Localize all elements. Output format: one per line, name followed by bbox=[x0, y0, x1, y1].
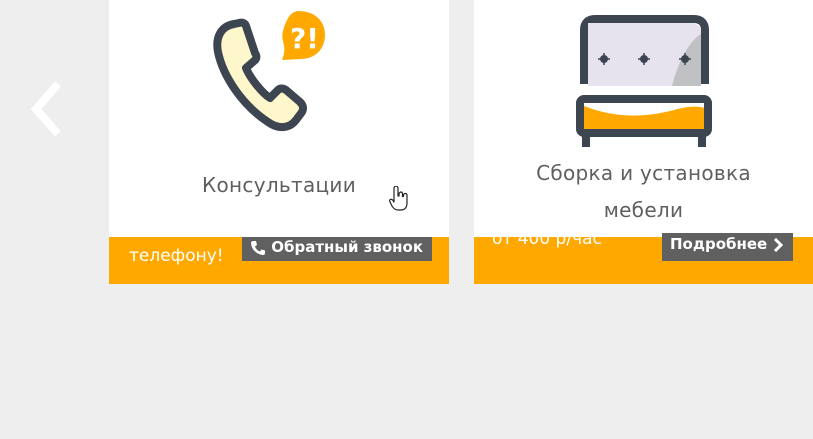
card-title: Сборка и установка мебели bbox=[474, 155, 813, 229]
service-card-assembly[interactable]: от 400 р/час Подробнее Сборка и установк… bbox=[474, 0, 813, 284]
bed-icon bbox=[576, 15, 712, 147]
card-footer-text: телефону! bbox=[129, 246, 224, 266]
phone-icon bbox=[251, 240, 265, 255]
card-footer: телефону! Обратный звонок bbox=[109, 233, 449, 284]
phone-question-icon: ?! bbox=[213, 11, 325, 131]
card-title-line2: мебели bbox=[603, 198, 684, 222]
carousel-prev-button[interactable] bbox=[26, 78, 72, 140]
chevron-right-icon bbox=[774, 237, 784, 252]
card-body: Сборка и установка мебели bbox=[474, 0, 813, 231]
details-button[interactable]: Подробнее bbox=[662, 233, 794, 261]
details-button-label: Подробнее bbox=[670, 235, 768, 253]
chevron-left-icon bbox=[30, 81, 62, 137]
card-footer-text: от 400 р/час bbox=[492, 229, 602, 249]
callback-button[interactable]: Обратный звонок bbox=[242, 233, 433, 261]
svg-text:?!: ?! bbox=[290, 22, 319, 55]
service-card-consultations[interactable]: телефону! Обратный звонок ?! Консультаци… bbox=[109, 0, 449, 284]
card-title-line1: Сборка и установка bbox=[536, 161, 751, 185]
hand-cursor-icon bbox=[389, 186, 408, 211]
card-footer: от 400 р/час Подробнее bbox=[474, 229, 813, 284]
callback-button-label: Обратный звонок bbox=[271, 238, 424, 256]
